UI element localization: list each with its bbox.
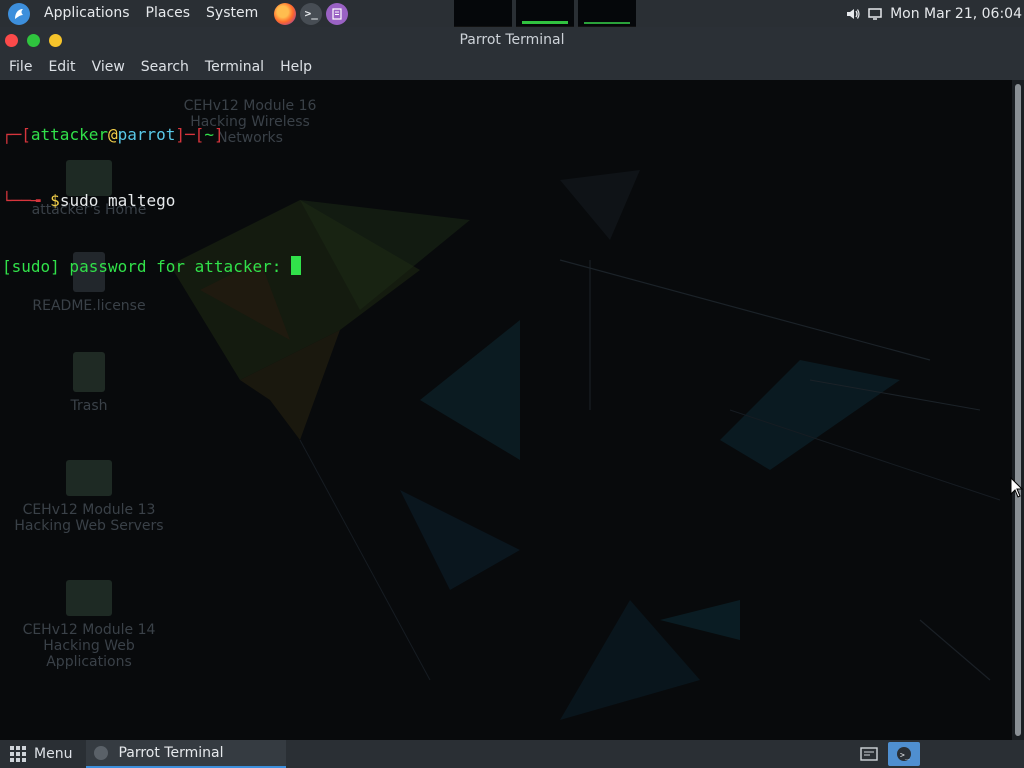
clock[interactable]: Mon Mar 21, 06:04 xyxy=(890,6,1022,22)
volume-icon[interactable] xyxy=(844,5,862,23)
prompt-line-2: └──╼ $sudo maltego xyxy=(2,190,301,212)
prompt-open: ┌─[ xyxy=(2,125,31,144)
menu-button-label: Menu xyxy=(34,746,73,762)
workspace-switcher xyxy=(454,0,640,27)
sudo-password-prompt: [sudo] password for attacker: xyxy=(2,257,291,276)
prompt-corner: └──╼ xyxy=(2,191,51,210)
places-menu[interactable]: Places xyxy=(138,0,199,27)
scrollbar-thumb[interactable] xyxy=(1015,84,1021,736)
mouse-pointer-icon xyxy=(1010,477,1024,498)
desktop-icon-module14: CEHv12 Module 14 Hacking Web Application… xyxy=(9,580,169,670)
terminal-output: ┌─[attacker@parrot]─[~] └──╼ $sudo malte… xyxy=(2,80,301,322)
menu-help[interactable]: Help xyxy=(272,54,320,80)
taskbar-item-label: Parrot Terminal xyxy=(118,745,224,761)
prompt-close: ] xyxy=(213,125,224,144)
grid-menu-icon xyxy=(10,746,26,762)
desktop-icon-module13: CEHv12 Module 13 Hacking Web Servers xyxy=(9,460,169,534)
text-cursor xyxy=(290,256,301,275)
terminal-menubar: File Edit View Search Terminal Help xyxy=(0,54,1024,80)
firefox-icon[interactable] xyxy=(274,2,297,25)
prompt-at: @ xyxy=(107,125,118,144)
network-icon[interactable] xyxy=(858,743,880,765)
menu-terminal[interactable]: Terminal xyxy=(197,54,272,80)
bottom-panel: Menu Parrot Terminal >_ xyxy=(0,740,1024,768)
svg-text:>_: >_ xyxy=(900,751,910,760)
command-text: sudo maltego xyxy=(59,191,176,210)
taskbar-item-terminal[interactable]: Parrot Terminal xyxy=(86,740,287,768)
menu-view[interactable]: View xyxy=(84,54,133,80)
active-terminal-icon[interactable]: >_ xyxy=(888,742,920,766)
prompt-dollar: $ xyxy=(50,191,60,210)
prompt-cwd: ~ xyxy=(204,125,214,144)
system-tray: Mon Mar 21, 06:04 xyxy=(844,0,1024,27)
terminal-icon[interactable]: >_ xyxy=(300,2,323,25)
window-titlebar[interactable]: Parrot Terminal xyxy=(0,27,1024,54)
terminal-scrollbar[interactable] xyxy=(1012,80,1024,740)
workspace-2[interactable] xyxy=(516,0,575,27)
menu-edit[interactable]: Edit xyxy=(40,54,83,80)
menu-file[interactable]: File xyxy=(1,54,40,80)
workspace-1[interactable] xyxy=(454,0,513,27)
terminal-task-icon xyxy=(94,746,109,760)
desktop-icon-trash: Trash xyxy=(9,352,169,414)
output-line: [sudo] password for attacker: xyxy=(2,256,301,278)
applications-menu[interactable]: Applications xyxy=(36,0,138,27)
terminal-area[interactable]: attacker's Home README.license Trash CEH… xyxy=(0,80,1012,740)
display-icon[interactable] xyxy=(866,5,884,23)
menu-search[interactable]: Search xyxy=(133,54,197,80)
parrot-logo-icon[interactable] xyxy=(8,2,30,25)
prompt-host: parrot xyxy=(117,125,176,144)
prompt-user: attacker xyxy=(30,125,108,144)
system-menu[interactable]: System xyxy=(198,0,266,27)
window-title: Parrot Terminal xyxy=(459,32,565,48)
menu-button[interactable]: Menu xyxy=(0,740,86,768)
notes-icon[interactable] xyxy=(326,2,349,25)
prompt-line-1: ┌─[attacker@parrot]─[~] xyxy=(2,124,301,146)
prompt-separator: ]─[ xyxy=(175,125,205,144)
workspace-3[interactable] xyxy=(578,0,637,27)
top-panel: Applications Places System >_ Mon Mar 21… xyxy=(0,0,1024,27)
bottom-tray: >_ xyxy=(850,740,1024,768)
